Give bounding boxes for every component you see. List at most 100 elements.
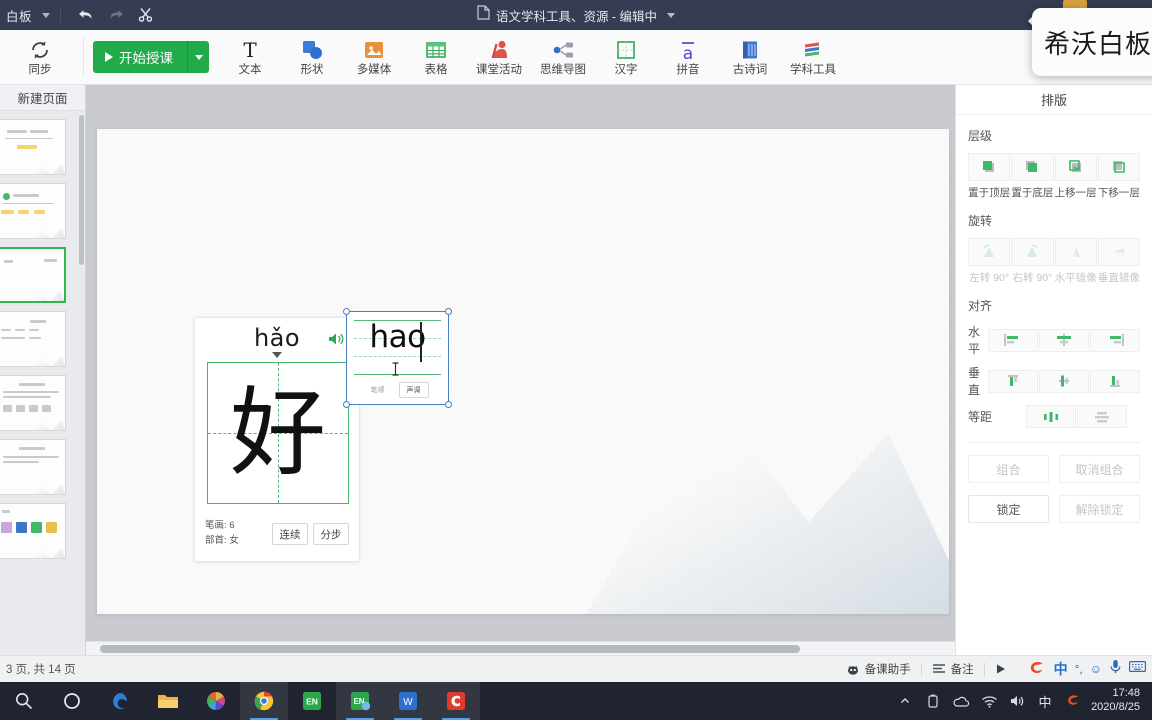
chrome-icon[interactable] [240, 682, 288, 720]
ribbon-item-hanzi[interactable]: 汉字 [595, 30, 657, 85]
start-class-dropdown-button[interactable] [187, 41, 209, 73]
photos-icon[interactable] [192, 682, 240, 720]
send-backward-button[interactable] [1097, 153, 1140, 181]
lock-button[interactable]: 锁定 [968, 495, 1049, 523]
title-chevron-down-icon[interactable] [667, 12, 676, 18]
pinyin-text-label[interactable]: hao [347, 316, 448, 358]
page-thumbnail-6[interactable] [0, 439, 66, 495]
page-thumbnail-3[interactable] [0, 247, 66, 303]
ribbon-item-label: 表格 [424, 63, 448, 76]
step-stroke-button[interactable]: 分步 [313, 523, 349, 545]
distribute-vertical-button[interactable] [1077, 405, 1127, 428]
align-top-button[interactable] [988, 369, 1038, 393]
group-button[interactable]: 组合 [968, 455, 1049, 483]
page-thumbnail-2[interactable] [0, 183, 66, 239]
cortana-icon[interactable] [48, 682, 96, 720]
status-bar: 3 页, 共 14 页 备课助手 备注 中 °, ☺ [0, 655, 1152, 682]
hanzi-metadata: 笔画: 6 部首: 女 [205, 519, 267, 548]
align-center-button[interactable] [1039, 328, 1089, 352]
ribbon-item-text[interactable]: T 文本 [219, 30, 281, 85]
rotate-right-button[interactable] [1011, 238, 1054, 266]
sync-button[interactable]: 同步 [0, 30, 80, 85]
bring-to-front-button[interactable] [968, 153, 1011, 181]
align-right-button[interactable] [1090, 328, 1140, 352]
wifi-icon[interactable] [975, 682, 1003, 720]
ime-toolbar: 中 °, ☺ [1017, 659, 1147, 679]
scrollbar-thumb[interactable] [100, 645, 800, 653]
page-thumbnail-7[interactable] [0, 503, 66, 559]
document-title-group[interactable]: 语文学科工具、资源 - 编辑中 [477, 5, 676, 25]
bring-forward-button[interactable] [1054, 153, 1097, 181]
continuous-stroke-button[interactable]: 连续 [272, 523, 308, 545]
wps-icon[interactable]: W [384, 682, 432, 720]
ribbon-item-table[interactable]: 表格 [405, 30, 467, 85]
thumbnail-decoration [10, 287, 64, 301]
chevron-down-icon[interactable] [42, 12, 51, 18]
ribbon-item-pinyin[interactable]: a 拼音 [657, 30, 719, 85]
camtasia-icon[interactable] [432, 682, 480, 720]
page-thumbnail-4[interactable] [0, 311, 66, 367]
app-tooltip-popup[interactable]: 希沃白板 [1032, 8, 1152, 76]
lesson-assistant-button[interactable]: 备课助手 [836, 661, 921, 677]
redo-icon[interactable] [101, 0, 131, 30]
ribbon-item-media[interactable]: 多媒体 [343, 30, 405, 85]
page-thumbnail-5[interactable] [0, 375, 66, 431]
page-thumbnail-1[interactable] [0, 119, 66, 175]
pinyin-card[interactable]: hao 笔顺 声调 [343, 308, 452, 408]
present-button[interactable] [985, 663, 1017, 675]
triangle-down-icon[interactable] [272, 352, 282, 358]
send-to-back-button[interactable] [1011, 153, 1054, 181]
edge-icon[interactable] [96, 682, 144, 720]
ribbon-item-shapes[interactable]: 形状 [281, 30, 343, 85]
onedrive-icon[interactable] [947, 682, 975, 720]
tray-sogou-icon[interactable] [1059, 682, 1087, 720]
microphone-icon[interactable] [1109, 659, 1122, 679]
search-icon[interactable] [0, 682, 48, 720]
sogou-icon[interactable] [1027, 659, 1047, 679]
flip-vertical-button[interactable] [1097, 238, 1140, 266]
resize-handle-bottom-right[interactable] [445, 401, 452, 408]
ime-mode-label[interactable]: 中 [1054, 659, 1068, 679]
ungroup-button[interactable]: 取消组合 [1059, 455, 1140, 483]
pinyin-stroke-order-button[interactable]: 笔顺 [367, 383, 389, 397]
start-class-button[interactable]: 开始授课 [93, 41, 187, 73]
seewo-icon[interactable]: EN [336, 682, 384, 720]
undo-icon[interactable] [71, 0, 101, 30]
rotate-left-button[interactable] [968, 238, 1011, 266]
bring-forward-icon [1068, 160, 1081, 172]
notes-button[interactable]: 备注 [922, 661, 984, 677]
scissors-icon[interactable] [131, 0, 161, 30]
keyboard-icon[interactable] [1129, 660, 1147, 678]
resize-handle-top-left[interactable] [343, 308, 350, 315]
align-middle-button[interactable] [1039, 369, 1089, 393]
flip-horizontal-button[interactable] [1054, 238, 1097, 266]
thumbnail-scroll-area[interactable] [0, 111, 86, 655]
volume-icon[interactable] [1003, 682, 1031, 720]
distribute-horizontal-button[interactable] [1026, 405, 1076, 428]
ribbon-item-poetry[interactable]: 古诗词 [719, 30, 781, 85]
canvas-area[interactable]: hǎo 好 笔画: 6 部首: 女 连续 分步 hao 笔顺 声调 [86, 85, 955, 655]
battery-icon[interactable] [919, 682, 947, 720]
canvas-horizontal-scrollbar[interactable] [86, 641, 955, 655]
pinyin-tone-button[interactable]: 声调 [398, 382, 429, 398]
resize-handle-bottom-left[interactable] [343, 401, 350, 408]
chevron-up-icon[interactable] [891, 682, 919, 720]
align-left-button[interactable] [988, 328, 1038, 352]
new-page-button[interactable]: 新建页面 [0, 85, 85, 111]
file-explorer-icon[interactable] [144, 682, 192, 720]
speaker-icon[interactable] [327, 331, 345, 347]
align-bottom-button[interactable] [1090, 369, 1140, 393]
ime-punctuation-toggle[interactable]: °, [1075, 662, 1083, 676]
hanzi-character-card[interactable]: hǎo 好 笔画: 6 部首: 女 连续 分步 [194, 317, 360, 562]
ime-emoji-button[interactable]: ☺ [1090, 662, 1102, 676]
resize-handle-top-right[interactable] [445, 308, 452, 315]
taskbar-clock[interactable]: 17:48 2020/8/25 [1087, 687, 1148, 715]
tray-ime-label[interactable]: 中 [1031, 682, 1059, 720]
unlock-button[interactable]: 解除锁定 [1059, 495, 1140, 523]
thumbnail-scrollbar[interactable] [79, 115, 84, 265]
slide-canvas[interactable]: hǎo 好 笔画: 6 部首: 女 连续 分步 hao 笔顺 声调 [97, 129, 949, 614]
ribbon-item-mindmap[interactable]: 思维导图 [531, 30, 595, 85]
evernote-icon[interactable]: EN [288, 682, 336, 720]
ribbon-item-classroom-activity[interactable]: 课堂活动 [467, 30, 531, 85]
ribbon-item-subject-tools[interactable]: 学科工具 [781, 30, 845, 85]
